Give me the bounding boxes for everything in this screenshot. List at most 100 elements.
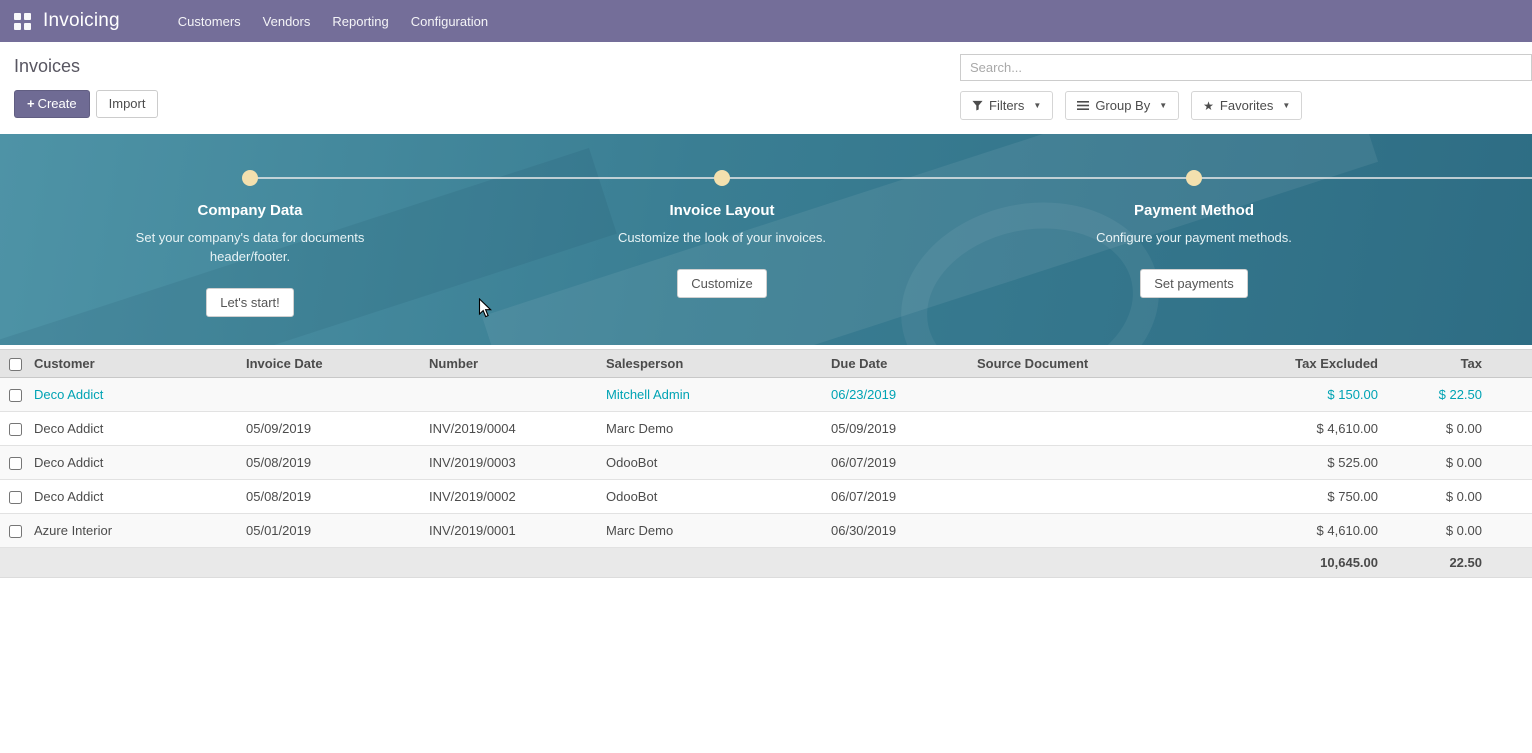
cell-source-document[interactable]: [969, 378, 1219, 412]
apps-menu-icon[interactable]: [14, 13, 31, 30]
cell-salesperson[interactable]: OdooBot: [598, 480, 823, 514]
cell-source-document[interactable]: [969, 480, 1219, 514]
cell-salesperson[interactable]: Mitchell Admin: [598, 378, 823, 412]
select-all-cell: [0, 350, 26, 378]
row-select-cell: [0, 480, 26, 514]
menu-configuration[interactable]: Configuration: [409, 10, 490, 33]
menu-reporting[interactable]: Reporting: [330, 10, 390, 33]
table-footer-row: 10,645.00 22.50: [0, 548, 1532, 578]
cell-source-document[interactable]: [969, 446, 1219, 480]
cell-invoice-date[interactable]: [238, 378, 421, 412]
menu-customers[interactable]: Customers: [176, 10, 243, 33]
cell-customer[interactable]: Deco Addict: [26, 480, 238, 514]
invoice-row[interactable]: Deco Addict 05/08/2019 INV/2019/0003 Odo…: [0, 446, 1532, 480]
favorites-label: Favorites: [1220, 98, 1273, 113]
set-payments-button[interactable]: Set payments: [1140, 269, 1248, 298]
cell-customer[interactable]: Deco Addict: [26, 412, 238, 446]
cell-number[interactable]: INV/2019/0004: [421, 412, 598, 446]
cell-invoice-date[interactable]: 05/08/2019: [238, 446, 421, 480]
cell-tax-excluded[interactable]: $ 750.00: [1219, 480, 1386, 514]
invoice-row[interactable]: Deco Addict 05/09/2019 INV/2019/0004 Mar…: [0, 412, 1532, 446]
caret-down-icon: ▼: [1282, 101, 1290, 110]
lets-start-button[interactable]: Let's start!: [206, 288, 294, 317]
cell-due-date[interactable]: 06/23/2019: [823, 378, 969, 412]
cell-tax[interactable]: $ 0.00: [1386, 446, 1532, 480]
search-input[interactable]: [960, 54, 1532, 81]
group-by-button[interactable]: Group By ▼: [1065, 91, 1179, 120]
cell-salesperson[interactable]: Marc Demo: [598, 514, 823, 548]
cell-tax[interactable]: $ 0.00: [1386, 514, 1532, 548]
row-checkbox[interactable]: [9, 389, 22, 402]
caret-down-icon: ▼: [1159, 101, 1167, 110]
cell-due-date[interactable]: 06/07/2019: [823, 480, 969, 514]
cell-invoice-date[interactable]: 05/01/2019: [238, 514, 421, 548]
row-checkbox[interactable]: [9, 491, 22, 504]
onboarding-step-invoice-layout: Invoice Layout Customize the look of you…: [572, 170, 872, 298]
filter-bar: Filters ▼ Group By ▼ ★ Favorites ▼: [960, 91, 1532, 120]
cell-tax-excluded[interactable]: $ 4,610.00: [1219, 514, 1386, 548]
cell-salesperson[interactable]: OdooBot: [598, 446, 823, 480]
cell-customer[interactable]: Deco Addict: [26, 446, 238, 480]
import-button[interactable]: Import: [96, 90, 159, 118]
cell-customer[interactable]: Azure Interior: [26, 514, 238, 548]
filter-icon: [972, 100, 983, 111]
cell-due-date[interactable]: 05/09/2019: [823, 412, 969, 446]
row-select-cell: [0, 514, 26, 548]
cell-due-date[interactable]: 06/07/2019: [823, 446, 969, 480]
menu-vendors[interactable]: Vendors: [261, 10, 313, 33]
cell-tax[interactable]: $ 0.00: [1386, 480, 1532, 514]
cell-tax-excluded[interactable]: $ 4,610.00: [1219, 412, 1386, 446]
cell-tax[interactable]: $ 0.00: [1386, 412, 1532, 446]
invoice-row[interactable]: Deco Addict Mitchell Admin 06/23/2019 $ …: [0, 378, 1532, 412]
step-dot-payment-method: [1186, 170, 1202, 186]
control-panel: Invoices +Create Import Filters ▼ Group …: [0, 42, 1532, 130]
column-header-number[interactable]: Number: [421, 350, 598, 378]
app-title[interactable]: Invoicing: [43, 10, 120, 32]
row-checkbox[interactable]: [9, 457, 22, 470]
column-header-source-document[interactable]: Source Document: [969, 350, 1219, 378]
cell-source-document[interactable]: [969, 412, 1219, 446]
favorites-button[interactable]: ★ Favorites ▼: [1191, 91, 1302, 120]
cell-number[interactable]: INV/2019/0001: [421, 514, 598, 548]
cell-tax-excluded[interactable]: $ 150.00: [1219, 378, 1386, 412]
table-header-row: Customer Invoice Date Number Salesperson…: [0, 350, 1532, 378]
column-header-customer[interactable]: Customer: [26, 350, 238, 378]
cell-due-date[interactable]: 06/30/2019: [823, 514, 969, 548]
create-button[interactable]: +Create: [14, 90, 90, 118]
column-header-tax-excluded[interactable]: Tax Excluded: [1219, 350, 1386, 378]
cell-tax[interactable]: $ 22.50: [1386, 378, 1532, 412]
row-checkbox[interactable]: [9, 525, 22, 538]
cell-invoice-date[interactable]: 05/09/2019: [238, 412, 421, 446]
cell-salesperson[interactable]: Marc Demo: [598, 412, 823, 446]
group-by-label: Group By: [1095, 98, 1150, 113]
column-header-salesperson[interactable]: Salesperson: [598, 350, 823, 378]
caret-down-icon: ▼: [1033, 101, 1041, 110]
total-tax: 22.50: [1386, 548, 1532, 578]
column-header-invoice-date[interactable]: Invoice Date: [238, 350, 421, 378]
customize-button[interactable]: Customize: [677, 269, 766, 298]
filters-button[interactable]: Filters ▼: [960, 91, 1053, 120]
star-icon: ★: [1203, 101, 1214, 111]
step-dot-invoice-layout: [714, 170, 730, 186]
cell-customer[interactable]: Deco Addict: [26, 378, 238, 412]
step-title: Payment Method: [1044, 202, 1344, 219]
cell-number[interactable]: [421, 378, 598, 412]
step-title: Invoice Layout: [572, 202, 872, 219]
group-by-icon: [1077, 100, 1089, 111]
column-header-tax[interactable]: Tax: [1386, 350, 1532, 378]
cell-number[interactable]: INV/2019/0003: [421, 446, 598, 480]
invoice-row[interactable]: Deco Addict 05/08/2019 INV/2019/0002 Odo…: [0, 480, 1532, 514]
cell-number[interactable]: INV/2019/0002: [421, 480, 598, 514]
select-all-checkbox[interactable]: [9, 358, 22, 371]
invoice-row[interactable]: Azure Interior 05/01/2019 INV/2019/0001 …: [0, 514, 1532, 548]
column-header-due-date[interactable]: Due Date: [823, 350, 969, 378]
row-checkbox[interactable]: [9, 423, 22, 436]
step-description: Set your company's data for documents he…: [134, 228, 366, 266]
cell-tax-excluded[interactable]: $ 525.00: [1219, 446, 1386, 480]
create-button-label: Create: [38, 96, 77, 111]
apps-icon-square: [14, 23, 21, 30]
cell-source-document[interactable]: [969, 514, 1219, 548]
apps-icon-square: [14, 13, 21, 20]
top-navbar: Invoicing Customers Vendors Reporting Co…: [0, 0, 1532, 42]
cell-invoice-date[interactable]: 05/08/2019: [238, 480, 421, 514]
